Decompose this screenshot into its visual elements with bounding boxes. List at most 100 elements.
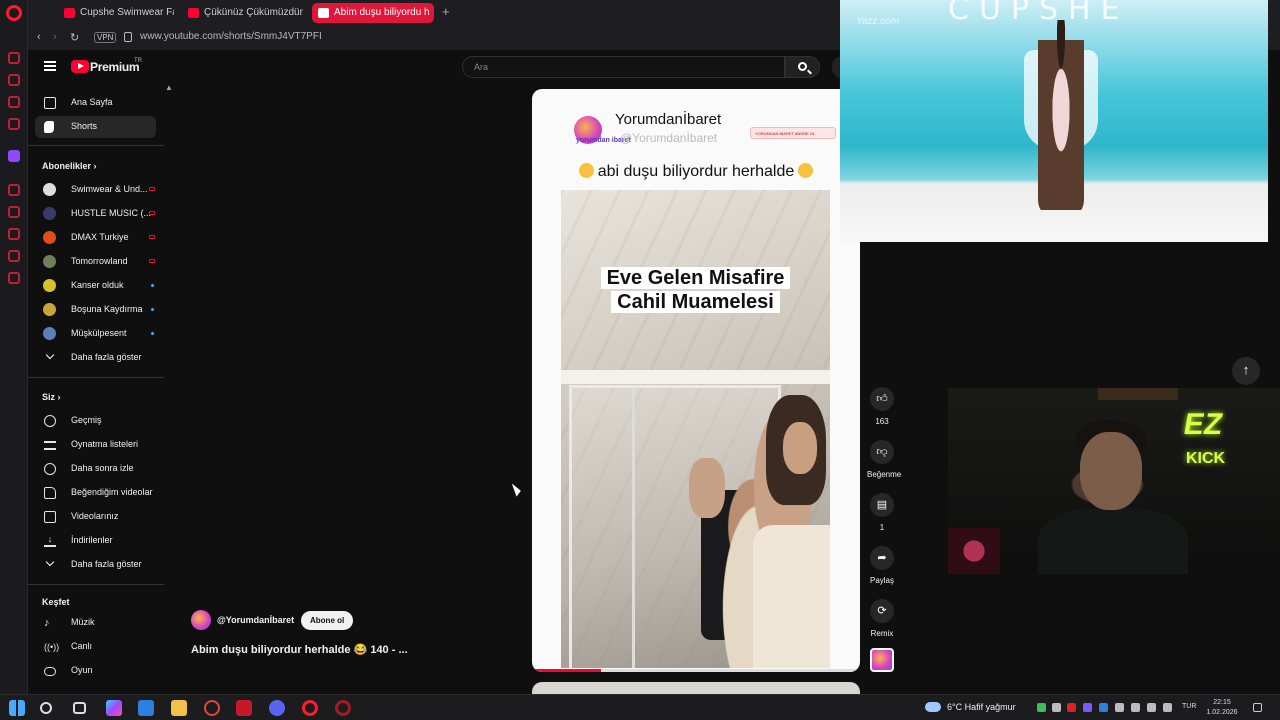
search-taskbar-icon[interactable] [40, 702, 52, 714]
battery-tray-icon[interactable] [1131, 703, 1140, 712]
remix-button[interactable]: ⟳ Remix [867, 599, 897, 638]
tab-1[interactable]: Cupshe Swimwear Fashio [58, 3, 174, 23]
video-channel-name: Yorumdanİbaret [615, 111, 722, 128]
subscription-item[interactable]: Tomorrowland [35, 251, 156, 273]
history-icon [44, 415, 56, 427]
bookmarks-rail-icon[interactable] [8, 206, 20, 218]
subscriptions-show-more[interactable]: Daha fazla göster [35, 347, 156, 369]
weather-icon[interactable] [925, 702, 941, 712]
sidebar-item-your-videos[interactable]: Videolarınız [35, 506, 156, 528]
shorts-player[interactable]: yorumdan ibaret Yorumdanİbaret @Yorumdan… [532, 89, 860, 672]
opera-taskbar-icon[interactable] [302, 700, 318, 716]
network-tray-icon[interactable] [1147, 703, 1156, 712]
back-icon[interactable]: ‹ [37, 31, 41, 43]
search-button[interactable] [785, 56, 820, 78]
live-indicator-icon [149, 187, 155, 191]
youtube-brand[interactable]: Premium [90, 60, 140, 74]
dislike-button[interactable]: 👎︎ Beğenme [867, 440, 901, 479]
like-button[interactable]: 👍︎ 163 [867, 387, 897, 426]
channel-avatar[interactable] [191, 610, 211, 630]
discord-tray-icon[interactable] [1052, 703, 1061, 712]
instagram-icon[interactable] [8, 74, 20, 86]
sidebar-item-shorts[interactable]: Shorts [35, 116, 156, 138]
search-input[interactable] [463, 57, 784, 77]
volume-tray-icon[interactable] [1163, 703, 1172, 712]
menu-icon[interactable] [44, 61, 56, 71]
sidebar-item-gaming[interactable]: Oyun [35, 660, 156, 682]
subscription-item[interactable]: HUSTLE MUSIC (... [35, 203, 156, 225]
comments-button[interactable]: ▤ 1 [867, 493, 897, 532]
sidebar-item-playlists[interactable]: Oynatma listeleri [35, 434, 156, 456]
subscription-item[interactable]: DMAX Turkiye [35, 227, 156, 249]
clock-rail-icon[interactable] [8, 228, 20, 240]
subscriptions-heading[interactable]: Abonelikler › [42, 161, 97, 171]
input-language[interactable]: TUR [1182, 703, 1196, 710]
vpn-badge[interactable]: VPN [94, 32, 117, 43]
runway-video-overlay: CUPSHE Yazz.com [840, 0, 1268, 242]
messenger-icon[interactable] [8, 52, 20, 64]
sidebar-item-label: Ana Sayfa [71, 97, 113, 107]
you-show-more[interactable]: Daha fazla göster [35, 554, 156, 576]
previous-short-button[interactable]: ↑ [1232, 357, 1260, 385]
url-field[interactable]: www.youtube.com/shorts/SmmJ4VT7PFI [140, 31, 322, 42]
sidebar-item-liked-videos[interactable]: Beğendiğim videolar [35, 482, 156, 504]
runway-watermark: Yazz.com [856, 16, 900, 27]
subscription-item[interactable]: Boşuna Kaydırma [35, 299, 156, 321]
microphone-tray-icon[interactable] [1115, 703, 1124, 712]
vk-icon[interactable] [8, 118, 20, 130]
subscribe-button[interactable]: Abone ol [301, 611, 354, 630]
video-frame[interactable]: Eve Gelen Misafire Cahil Muamelesi [561, 190, 830, 668]
sidebar-item-history[interactable]: Geçmiş [35, 410, 156, 432]
tray-app-icon[interactable] [1099, 703, 1108, 712]
twitch-icon[interactable] [8, 150, 20, 162]
subscription-item[interactable]: Müşkülpesent [35, 323, 156, 345]
history-rail-icon[interactable] [8, 184, 20, 196]
tray-app-icon[interactable] [1037, 703, 1046, 712]
extensions-rail-icon[interactable] [8, 250, 20, 262]
streamer-head [1080, 432, 1142, 510]
next-short-preview[interactable] [532, 682, 860, 694]
lock-icon[interactable] [124, 32, 132, 42]
weather-text[interactable]: 6°C Hafif yağmur [947, 702, 1016, 712]
share-button[interactable]: ➦ Paylaş [867, 546, 897, 585]
subscription-item[interactable]: Kanser olduk [35, 275, 156, 297]
progress-bar[interactable] [532, 669, 860, 672]
file-explorer-icon[interactable] [171, 700, 187, 716]
tray-app-icon[interactable] [1067, 703, 1076, 712]
notifications-icon[interactable] [1253, 703, 1262, 712]
subscription-item[interactable]: Swimwear & Und... [35, 179, 156, 201]
sidebar-item-downloads[interactable]: ↓ İndirilenler [35, 530, 156, 552]
video-editor-icon[interactable] [236, 700, 252, 716]
sidebar-item-music[interactable]: ♪ Müzik [35, 612, 156, 634]
subscription-label: DMAX Turkiye [71, 232, 129, 242]
sidebar-scroll-up-icon[interactable]: ▲ [165, 83, 173, 92]
sidebar-item-home[interactable]: Ana Sayfa [35, 92, 156, 114]
tray-app-icon[interactable] [1083, 703, 1092, 712]
obs-icon[interactable] [204, 700, 220, 716]
sidebar-item-label: Oynatma listeleri [71, 439, 139, 449]
new-tab-button[interactable]: + [442, 4, 450, 19]
mail-icon[interactable] [138, 700, 154, 716]
tab-3-active[interactable]: Abim duşu biliyordu h [312, 3, 434, 23]
short-title[interactable]: Abim duşu biliyordur herhalde 😂 140 - ..… [191, 643, 408, 656]
youtube-logo-icon[interactable] [71, 60, 89, 73]
whatsapp-icon[interactable] [8, 96, 20, 108]
sidebar-item-watch-later[interactable]: Daha sonra izle [35, 458, 156, 480]
you-heading[interactable]: Siz › [42, 392, 61, 402]
sound-source-avatar[interactable] [870, 648, 894, 672]
opera-logo-icon[interactable] [6, 5, 22, 21]
clock[interactable]: 22:15 1.02.2026 [1205, 698, 1239, 718]
discord-icon[interactable] [269, 700, 285, 716]
tab-2[interactable]: Çükünüz Çükümüzdür | H [182, 3, 306, 23]
opera-gx-icon[interactable] [335, 700, 351, 716]
forward-icon[interactable]: › [53, 31, 57, 43]
windows-start-icon[interactable] [9, 700, 25, 716]
streamer-body [1038, 508, 1188, 574]
settings-rail-icon[interactable] [8, 272, 20, 284]
copilot-icon[interactable] [106, 700, 122, 716]
sidebar-item-live[interactable]: ((•)) Canlı [35, 636, 156, 658]
sidebar-item-label: Canlı [71, 641, 93, 651]
channel-handle[interactable]: @Yorumdanİbaret [217, 615, 294, 625]
task-view-icon[interactable] [73, 702, 86, 714]
reload-icon[interactable]: ↻ [70, 31, 79, 44]
